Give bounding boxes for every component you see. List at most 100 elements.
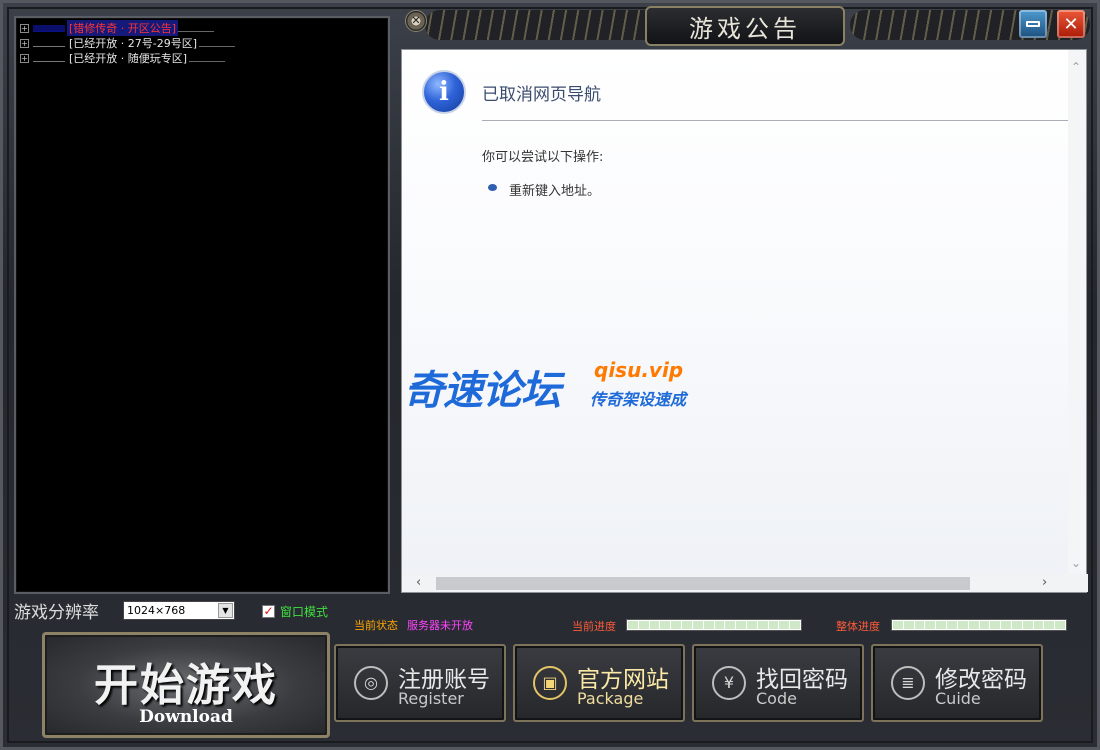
progress-segment — [968, 621, 979, 629]
progress-segment — [947, 621, 957, 629]
yen-icon: ¥ — [712, 666, 746, 700]
start-game-button[interactable]: 开始游戏 Download — [42, 632, 330, 738]
progress-segment — [1033, 621, 1044, 629]
close-button[interactable]: ✕ — [1057, 10, 1085, 38]
scroll-down-icon[interactable]: ⌄ — [1071, 556, 1081, 570]
progress-segment — [1055, 621, 1065, 629]
status-value: 服务器未开放 — [407, 619, 473, 632]
expand-icon[interactable]: + — [20, 23, 29, 33]
server-item[interactable]: + [错修传奇 · 开区公告] — [20, 20, 215, 36]
progress-segment — [660, 621, 671, 629]
minimize-button[interactable] — [1019, 10, 1047, 38]
server-item-label: [错修传奇 · 开区公告] — [67, 20, 179, 36]
watermark-main-text: 奇速论坛 — [404, 368, 561, 414]
tree-connector — [178, 25, 215, 32]
vertical-scrollbar[interactable]: ⌃ ⌄ — [1068, 50, 1086, 576]
server-item[interactable]: + [已经开放 · 27号-29号区] — [20, 36, 236, 50]
tree-connector — [199, 40, 236, 47]
progress-segment — [638, 621, 649, 629]
progress-segment — [1022, 621, 1033, 629]
progress-segment — [903, 621, 914, 629]
scroll-right-icon[interactable]: › — [1042, 575, 1047, 590]
overall-progress-bar — [891, 619, 1067, 631]
progress-segment — [714, 621, 725, 629]
overall-progress-label: 整体进度 — [836, 620, 880, 633]
left-ornament — [425, 10, 665, 40]
progress-segment — [914, 621, 925, 629]
register-sublabel: Register — [398, 689, 464, 708]
dropdown-arrow-icon[interactable]: ▼ — [218, 603, 233, 618]
suggestion-heading: 你可以尝试以下操作: — [482, 150, 604, 165]
server-list-panel[interactable]: + [错修传奇 · 开区公告] + [已经开放 · 27号-29号区] + [已… — [14, 16, 390, 594]
scroll-thumb[interactable] — [436, 577, 970, 590]
start-game-sublabel: Download — [139, 707, 233, 727]
recover-password-sublabel: Code — [756, 689, 797, 708]
official-website-button[interactable]: ▣ 官方网站 Package — [513, 644, 685, 722]
progress-segment — [1011, 621, 1022, 629]
expand-icon[interactable]: + — [20, 53, 29, 63]
progress-segment — [957, 621, 968, 629]
progress-segment — [725, 621, 736, 629]
progress-segment — [790, 621, 800, 629]
announcement-title: 游戏公告 — [645, 6, 845, 46]
progress-segment — [979, 621, 990, 629]
minimize-icon — [1026, 21, 1040, 27]
info-icon: i — [422, 70, 466, 114]
resolution-select[interactable]: 1024×768 ▼ — [123, 601, 235, 620]
window-mode-label: 窗口模式 — [280, 605, 329, 619]
suggestion-item: 重新键入地址。 — [509, 184, 601, 199]
resolution-label: 游戏分辨率 — [14, 603, 99, 623]
start-game-label: 开始游戏 — [94, 660, 278, 711]
progress-segment — [925, 621, 936, 629]
watermark-slogan: 传奇架设速成 — [590, 390, 687, 409]
settings-gear-icon[interactable]: ✕ — [405, 10, 427, 32]
document-icon: ≣ — [891, 666, 925, 700]
progress-segment — [649, 621, 660, 629]
progress-segment — [779, 621, 790, 629]
status-label: 当前状态 — [354, 619, 398, 632]
tree-connector — [33, 24, 65, 32]
tree-connector — [33, 40, 65, 47]
server-item[interactable]: + [已经开放 · 随便玩专区] — [20, 51, 226, 65]
progress-segment — [671, 621, 682, 629]
progress-segment — [736, 621, 746, 629]
progress-segment — [893, 621, 903, 629]
progress-segment — [757, 621, 768, 629]
progress-segment — [703, 621, 714, 629]
tree-connector — [189, 55, 226, 62]
right-ornament — [850, 10, 1090, 40]
announcement-header: 游戏公告 — [400, 6, 1090, 46]
progress-segment — [628, 621, 638, 629]
expand-icon[interactable]: + — [20, 38, 29, 48]
server-item-label: [已经开放 · 随便玩专区] — [69, 52, 188, 65]
progress-segment — [1001, 621, 1011, 629]
progress-segment — [692, 621, 703, 629]
user-icon: ◎ — [354, 666, 388, 700]
progress-segment — [682, 621, 692, 629]
navigation-canceled-title: 已取消网页导航 — [482, 85, 601, 105]
resolution-value: 1024×768 — [127, 604, 186, 617]
watermark-logo: 奇速论坛 qisu.vip 传奇架设速成 — [404, 358, 704, 414]
divider — [482, 120, 1070, 121]
progress-segment — [936, 621, 947, 629]
change-password-sublabel: Cuide — [935, 689, 981, 708]
progress-segment — [746, 621, 757, 629]
progress-segment — [990, 621, 1001, 629]
horizontal-scrollbar[interactable]: ‹ › — [402, 574, 1088, 592]
gift-icon: ▣ — [533, 666, 567, 700]
change-password-button[interactable]: ≣ 修改密码 Cuide — [871, 644, 1043, 722]
announcement-browser[interactable]: i 已取消网页导航 你可以尝试以下操作: 重新键入地址。 ⌃ ⌄ ‹ › — [401, 49, 1088, 593]
register-button[interactable]: ◎ 注册账号 Register — [334, 644, 506, 722]
tree-connector — [33, 55, 65, 62]
scroll-left-icon[interactable]: ‹ — [416, 575, 421, 590]
progress-segment — [768, 621, 779, 629]
scroll-up-icon[interactable]: ⌃ — [1071, 60, 1081, 74]
recover-password-button[interactable]: ¥ 找回密码 Code — [692, 644, 864, 722]
server-item-label: [已经开放 · 27号-29号区] — [69, 37, 198, 50]
current-progress-label: 当前进度 — [572, 620, 616, 633]
progress-segment — [1044, 621, 1055, 629]
window-mode-checkbox[interactable]: ✓ — [262, 605, 275, 618]
bullet-icon — [488, 184, 497, 191]
official-website-sublabel: Package — [577, 689, 644, 708]
current-progress-bar — [626, 619, 802, 631]
